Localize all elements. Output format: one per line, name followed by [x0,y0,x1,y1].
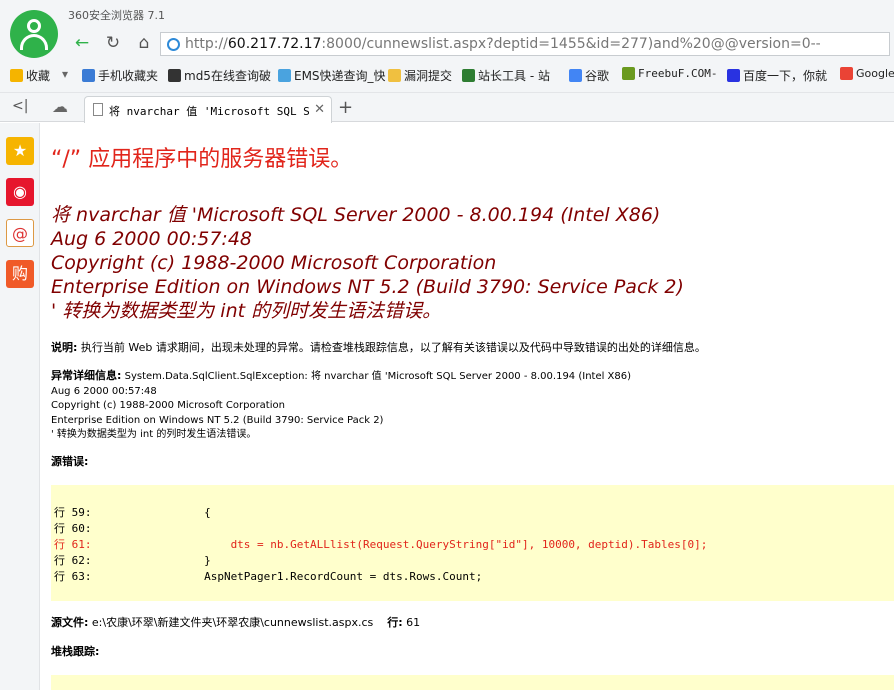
code-line: 行 60: [54,522,92,535]
bookmark-google[interactable]: 谷歌 [569,67,609,84]
refresh-icon[interactable]: ↻ [101,32,125,54]
bookmark-freebuf[interactable]: FreebuF.COM- [622,67,717,80]
page-title: “/” 应用程序中的服务器错误。 [51,147,353,172]
favorites-star-icon[interactable]: ★ [6,137,34,165]
exception-details: 异常详细信息: System.Data.SqlClient.SqlExcepti… [51,369,632,440]
bookmark-favorites[interactable]: 收藏 [10,67,50,84]
bookmarks-bar: 收藏 ▾ 手机收藏夹 md5在线查询破 EMS快递查询_快 漏洞提交 站长工具 … [0,64,894,86]
weibo-icon[interactable]: ◉ [6,178,34,206]
star-add-icon [10,69,23,82]
url-text[interactable]: http://60.217.72.17:8000/cunnewslist.asp… [185,36,821,52]
bookmark-google-2[interactable]: Google [840,67,894,80]
description: 说明: 执行当前 Web 请求期间，出现未处理的异常。请检查堆栈跟踪信息，以了解… [51,341,706,354]
bookmark-ems[interactable]: EMS快递查询_快 [278,67,386,84]
address-bar[interactable]: http://60.217.72.17:8000/cunnewslist.asp… [160,32,890,56]
tab-title: 将 nvarchar 值 'Microsoft SQL Server 2000 … [109,105,309,118]
folder-icon [388,69,401,82]
sidebar: ★ ◉ @ 购 [0,123,40,690]
shopping-icon[interactable]: 购 [6,260,34,288]
back-arrow-icon[interactable]: ← [70,32,94,54]
source-file: 源文件: e:\农康\环翠\新建文件夹\环翠农康\cunnewslist.asp… [51,616,421,629]
close-tab-icon[interactable]: ✕ [314,102,325,117]
page-icon [93,103,103,116]
stack-trace-block [51,675,894,690]
sidebar-toggle-icon[interactable]: <| [12,98,28,114]
code-line-error: 行 61: dts = nb.GetALLlist(Request.QueryS… [54,538,708,551]
window-title: 360安全浏览器 7.1 [68,9,165,22]
new-tab-button[interactable]: + [338,97,353,118]
mail-icon[interactable]: @ [6,219,34,247]
code-line: 行 62: } [54,554,211,567]
bookmark-md5[interactable]: md5在线查询破 [168,67,271,84]
bookmark-vuln[interactable]: 漏洞提交 [388,67,452,84]
globe-icon [167,38,180,51]
code-line: 行 63: AspNetPager1.RecordCount = dts.Row… [54,570,483,583]
bookmarks-dropdown-icon[interactable]: ▾ [62,67,68,81]
bookmark-baidu[interactable]: 百度一下，你就 [727,67,827,84]
bookmark-mobile[interactable]: 手机收藏夹 [82,67,158,84]
tab-strip: <| ☁ 将 nvarchar 值 'Microsoft SQL Server … [0,92,894,123]
stack-trace-label: 堆栈跟踪: [51,645,100,658]
source-code-block: 行 59: { 行 60: 行 61: dts = nb.GetALLlist(… [51,485,894,601]
home-icon[interactable]: ⌂ [132,32,156,54]
page-content: “/” 应用程序中的服务器错误。 将 nvarchar 值 'Microsoft… [41,123,894,690]
user-avatar-icon[interactable] [10,10,58,58]
bookmark-webmaster[interactable]: 站长工具 - 站 [462,67,550,84]
browser-chrome: 360安全浏览器 7.1 ← ↻ ⌂ http://60.217.72.17:8… [0,0,894,123]
source-error-label: 源错误: [51,455,89,468]
cloud-icon[interactable]: ☁ [52,97,68,116]
tab-active[interactable]: 将 nvarchar 值 'Microsoft SQL Server 2000 … [84,96,332,123]
error-message: 将 nvarchar 值 'Microsoft SQL Server 2000 … [51,204,684,322]
code-line: 行 59: { [54,506,211,519]
